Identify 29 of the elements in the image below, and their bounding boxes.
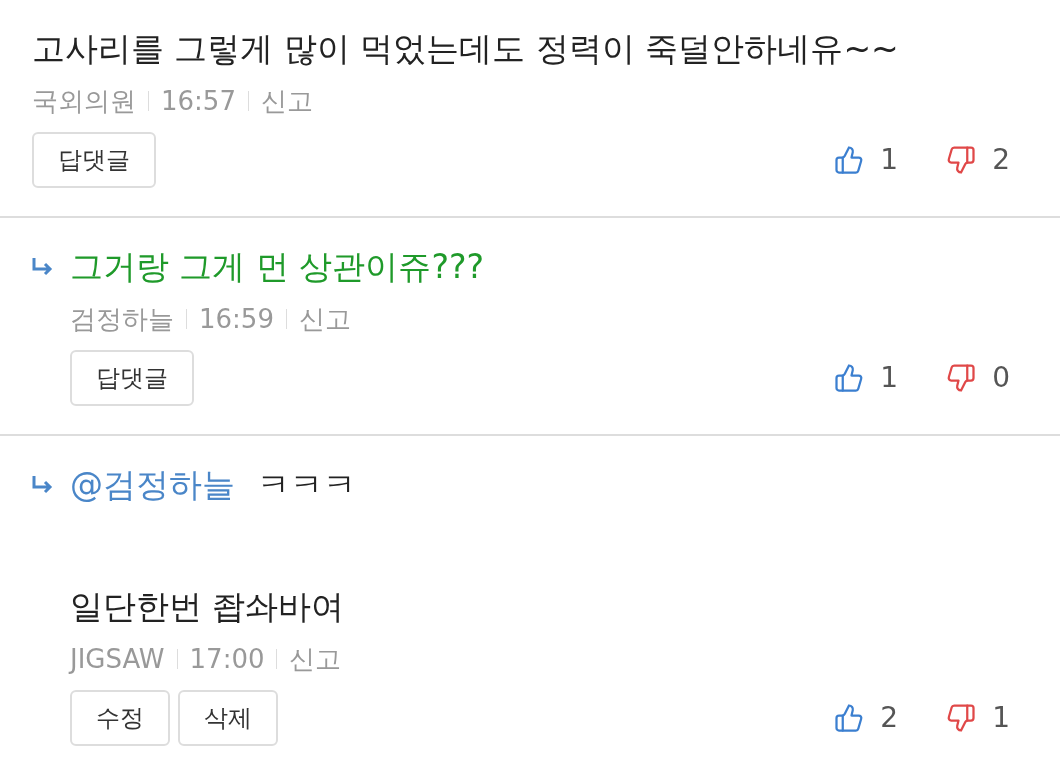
dislike-count: 2 <box>992 142 1010 178</box>
author-name: JIGSAW <box>70 643 165 676</box>
dislike-count: 1 <box>992 700 1010 736</box>
like-count: 1 <box>880 142 899 178</box>
reply-arrow-icon <box>30 256 54 278</box>
mention-link[interactable]: @검정하늘 <box>70 462 235 508</box>
comment-time: 16:59 <box>199 303 274 336</box>
thumbs-up-icon[interactable] <box>834 145 865 175</box>
dislike-count: 0 <box>992 360 1010 396</box>
comment-time: 16:57 <box>161 85 236 118</box>
author-name: 검정하늘 <box>70 303 174 336</box>
comment-action-button[interactable]: 답댓글 <box>32 132 156 188</box>
comment-action-button[interactable]: 수정 <box>70 690 170 746</box>
comment-time: 17:00 <box>189 643 265 676</box>
like-count: 1 <box>880 360 899 396</box>
comment-action-button[interactable]: 삭제 <box>178 690 278 746</box>
thumbs-down-icon[interactable] <box>946 363 977 393</box>
comment-action-button[interactable]: 답댓글 <box>70 350 194 406</box>
comment-text: ㅋㅋㅋ <box>257 464 356 506</box>
author-name: 국외의원 <box>32 85 136 118</box>
thumbs-down-icon[interactable] <box>946 145 977 175</box>
thumbs-down-icon[interactable] <box>946 703 977 733</box>
like-count: 2 <box>880 700 899 736</box>
thumbs-up-icon[interactable] <box>834 363 865 393</box>
thumbs-up-icon[interactable] <box>834 703 865 733</box>
comment-text: 일단한번 좝솨바여 <box>70 586 346 628</box>
reply-arrow-icon <box>30 474 54 496</box>
comment-text: 그거랑 그게 먼 상관이쥬??? <box>70 246 484 288</box>
comment-text: 고사리를 그렇게 많이 먹었는데도 정력이 죽덜안하네유~~ <box>32 28 899 70</box>
